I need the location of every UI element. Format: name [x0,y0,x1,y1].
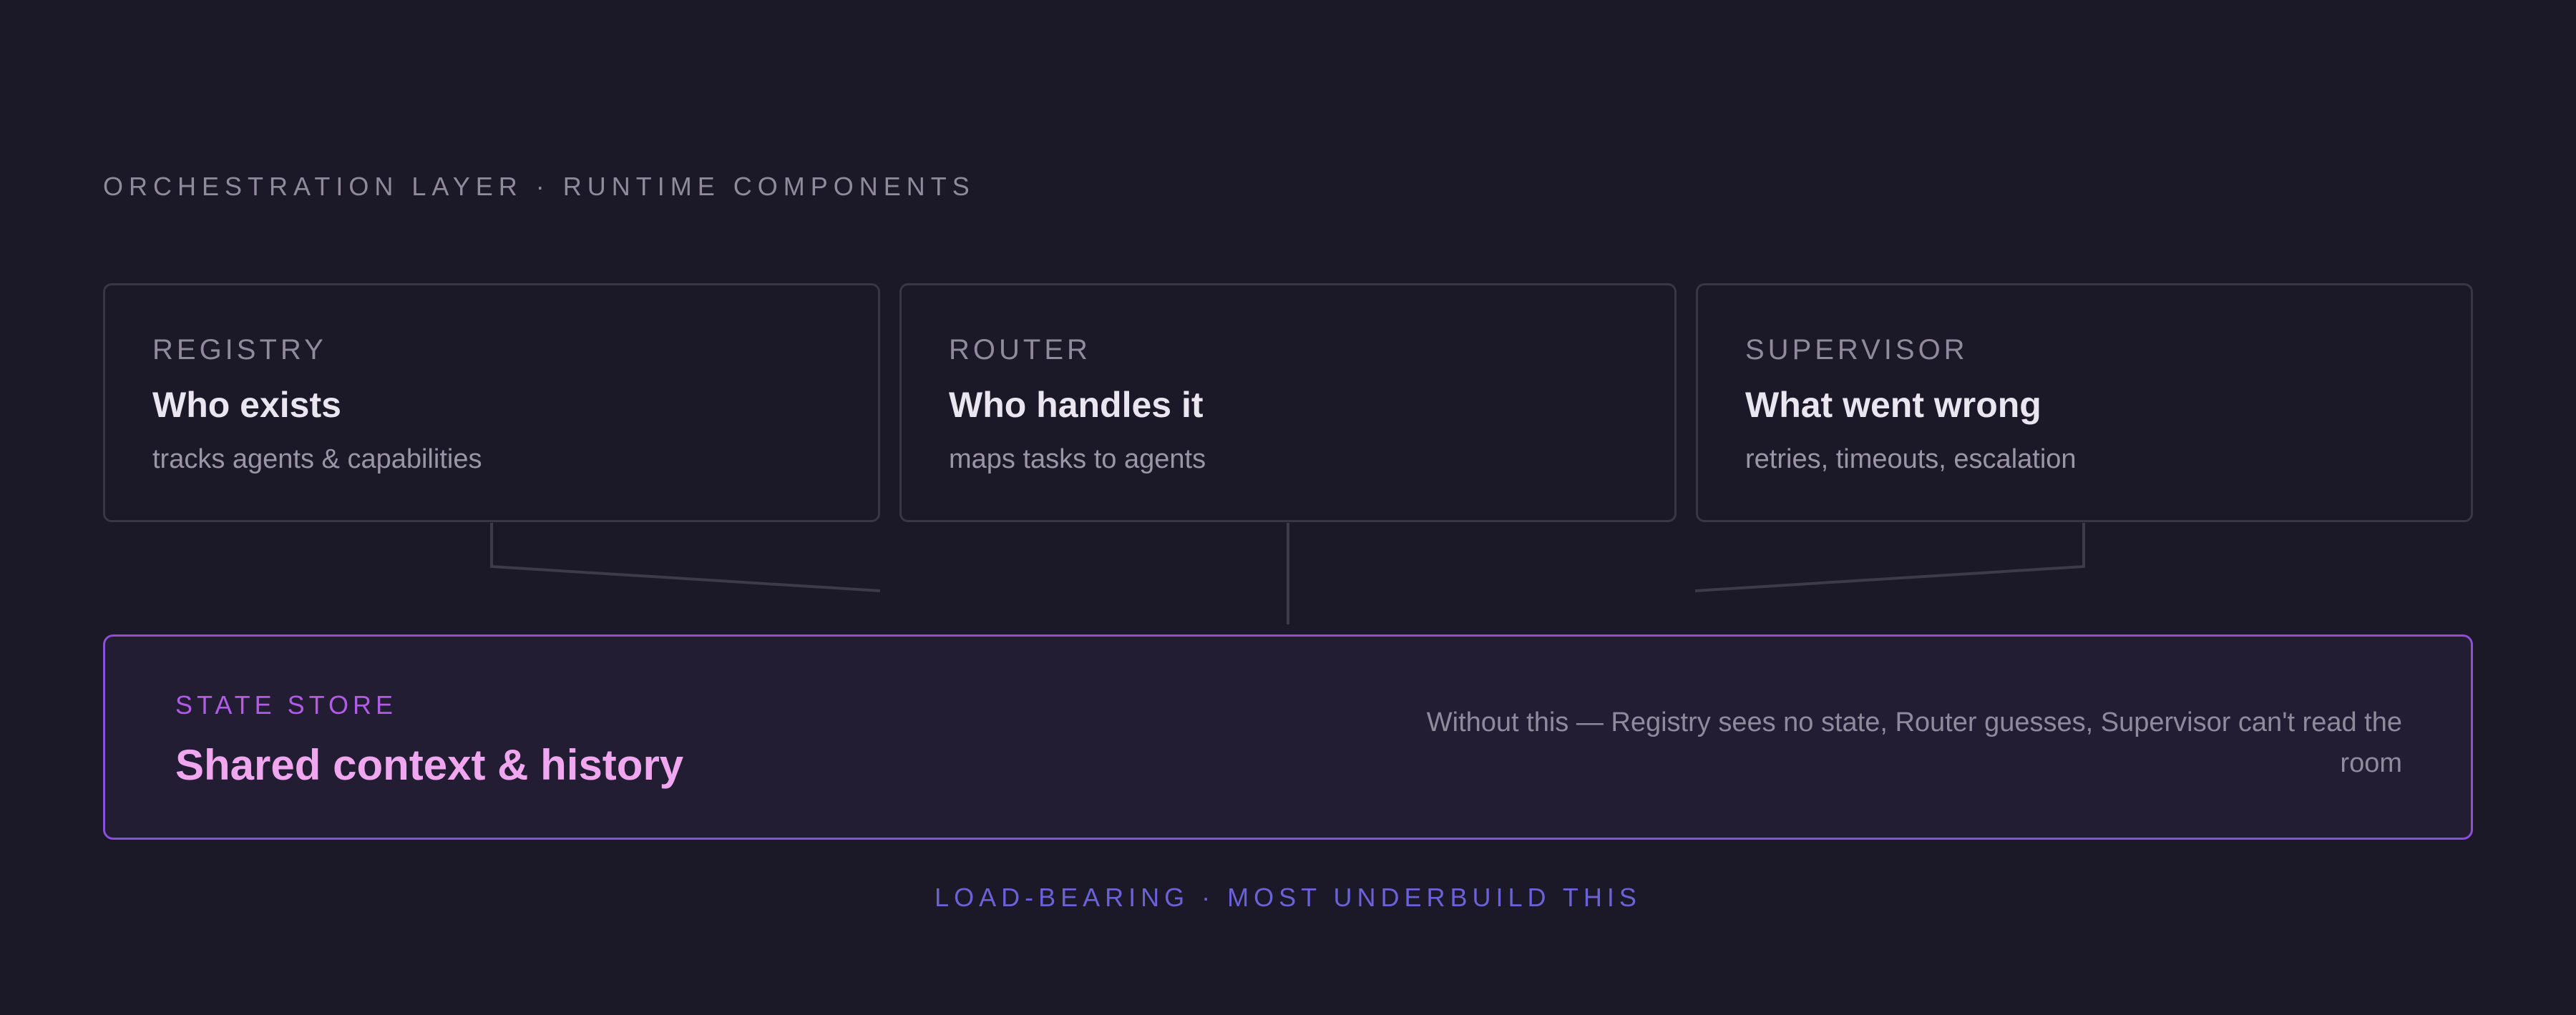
state-store-box: STATE STORE Shared context & history Wit… [103,634,2473,840]
state-store-note: Without this — Registry sees no state, R… [1426,707,2402,778]
supervisor-connector [1694,523,2085,592]
registry-connector [490,523,881,592]
state-store-eyebrow: STATE STORE [175,690,398,720]
state-store-title: Shared context & history [175,741,684,789]
connector-lines [490,523,2085,624]
diagram-canvas: ORCHESTRATION LAYER · RUNTIME COMPONENTS… [0,0,2576,1015]
footer-label: LOAD-BEARING · MOST UNDERBUILD THIS [935,883,1641,912]
